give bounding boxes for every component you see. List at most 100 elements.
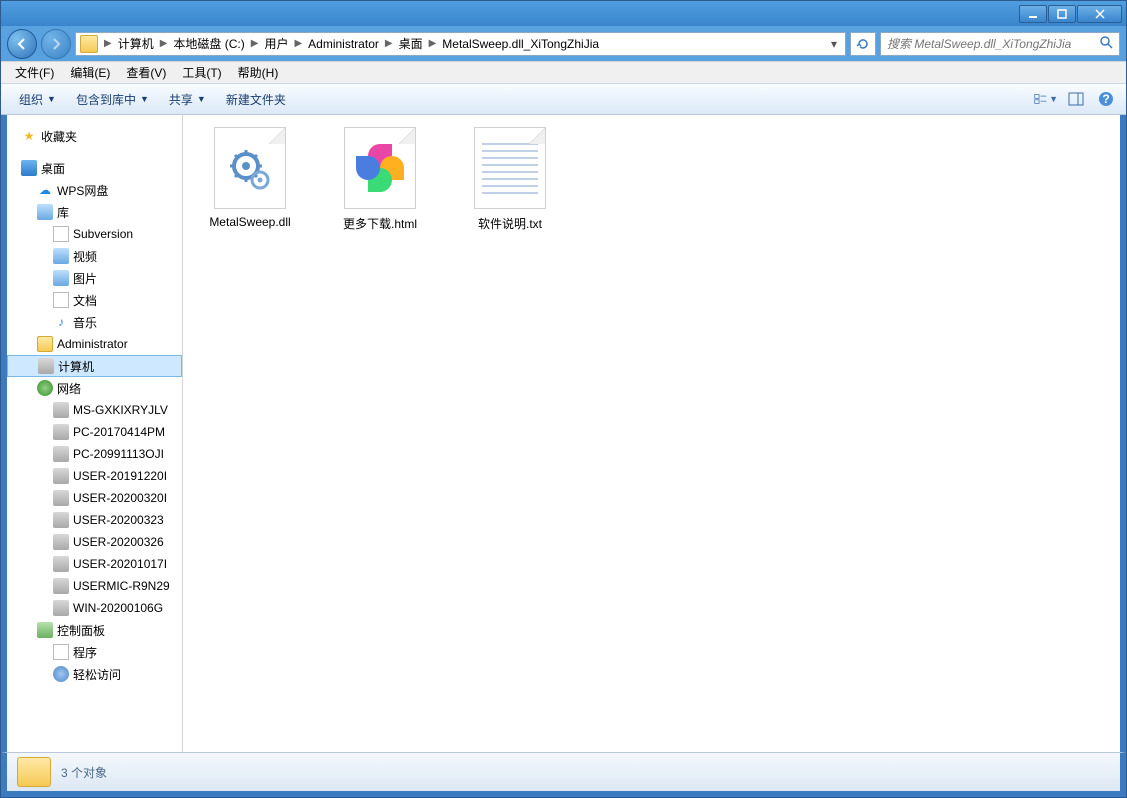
tree-favorites[interactable]: ★收藏夹 bbox=[7, 125, 182, 147]
tree-network-pc[interactable]: USERMIC-R9N29 bbox=[7, 575, 182, 597]
computer-icon bbox=[53, 578, 69, 594]
address-row: ▶ 计算机 ▶ 本地磁盘 (C:) ▶ 用户 ▶ Administrator ▶… bbox=[1, 26, 1126, 61]
tree-network-pc[interactable]: USER-20200326 bbox=[7, 531, 182, 553]
folder-icon bbox=[80, 35, 98, 53]
menu-view[interactable]: 查看(V) bbox=[118, 62, 174, 83]
html-icon bbox=[344, 127, 416, 209]
computer-icon bbox=[53, 468, 69, 484]
tree-network-pc[interactable]: USER-20200323 bbox=[7, 509, 182, 531]
tree-subversion[interactable]: Subversion bbox=[7, 223, 182, 245]
breadcrumb-item[interactable]: MetalSweep.dll_XiTongZhiJia bbox=[438, 33, 603, 55]
document-icon bbox=[53, 226, 69, 242]
computer-icon bbox=[53, 424, 69, 440]
network-icon bbox=[37, 380, 53, 396]
chevron-right-icon: ▶ bbox=[292, 38, 304, 49]
include-in-library-button[interactable]: 包含到库中▼ bbox=[66, 87, 159, 112]
share-button[interactable]: 共享▼ bbox=[159, 87, 216, 112]
address-bar[interactable]: ▶ 计算机 ▶ 本地磁盘 (C:) ▶ 用户 ▶ Administrator ▶… bbox=[75, 32, 846, 56]
breadcrumb-item[interactable]: 用户 bbox=[260, 33, 292, 55]
close-button[interactable] bbox=[1077, 5, 1122, 23]
computer-icon bbox=[53, 534, 69, 550]
tree-desktop[interactable]: 桌面 bbox=[7, 157, 182, 179]
search-input[interactable] bbox=[887, 37, 1099, 51]
computer-icon bbox=[53, 402, 69, 418]
control-panel-icon bbox=[37, 622, 53, 638]
chevron-right-icon: ▶ bbox=[427, 38, 439, 49]
menu-bar: 文件(F) 编辑(E) 查看(V) 工具(T) 帮助(H) bbox=[1, 61, 1126, 83]
tree-pictures[interactable]: 图片 bbox=[7, 267, 182, 289]
back-button[interactable] bbox=[7, 29, 37, 59]
svg-text:?: ? bbox=[1102, 92, 1109, 106]
tree-music[interactable]: ♪音乐 bbox=[7, 311, 182, 333]
file-item-html[interactable]: 更多下载.html bbox=[325, 127, 435, 232]
file-name: 更多下载.html bbox=[343, 215, 417, 232]
file-name: 软件说明.txt bbox=[478, 215, 542, 232]
tree-ease-of-access[interactable]: 轻松访问 bbox=[7, 663, 182, 685]
menu-edit[interactable]: 编辑(E) bbox=[62, 62, 118, 83]
view-options-button[interactable]: ▼ bbox=[1034, 88, 1058, 110]
picture-icon bbox=[53, 270, 69, 286]
file-list[interactable]: MetalSweep.dll 更多下载.html 软件说明.txt bbox=[183, 115, 1120, 752]
breadcrumb-item[interactable]: 计算机 bbox=[114, 33, 158, 55]
forward-button[interactable] bbox=[41, 29, 71, 59]
chevron-right-icon: ▶ bbox=[102, 38, 114, 49]
chevron-right-icon: ▶ bbox=[158, 38, 170, 49]
library-icon bbox=[37, 204, 53, 220]
breadcrumb-item[interactable]: Administrator bbox=[304, 33, 383, 55]
preview-pane-button[interactable] bbox=[1064, 88, 1088, 110]
organize-button[interactable]: 组织▼ bbox=[9, 87, 66, 112]
dll-icon bbox=[214, 127, 286, 209]
titlebar bbox=[1, 1, 1126, 26]
menu-tools[interactable]: 工具(T) bbox=[174, 62, 229, 83]
body: ★收藏夹 桌面 ☁WPS网盘 库 Subversion 视频 图片 文档 ♪音乐… bbox=[1, 115, 1126, 752]
tree-network[interactable]: 网络 bbox=[7, 377, 182, 399]
search-box[interactable] bbox=[880, 32, 1120, 56]
tree-network-pc[interactable]: PC-20170414PM bbox=[7, 421, 182, 443]
menu-file[interactable]: 文件(F) bbox=[7, 62, 62, 83]
tree-network-pc[interactable]: PC-20991113OJI bbox=[7, 443, 182, 465]
tree-wps[interactable]: ☁WPS网盘 bbox=[7, 179, 182, 201]
breadcrumb-item[interactable]: 本地磁盘 (C:) bbox=[169, 33, 248, 55]
breadcrumb-item[interactable]: 桌面 bbox=[395, 33, 427, 55]
minimize-button[interactable] bbox=[1019, 5, 1047, 23]
chevron-right-icon: ▶ bbox=[383, 38, 395, 49]
tree-network-pc[interactable]: USER-20200320I bbox=[7, 487, 182, 509]
desktop-icon bbox=[21, 160, 37, 176]
file-name: MetalSweep.dll bbox=[209, 215, 290, 229]
programs-icon bbox=[53, 644, 69, 660]
tree-network-pc[interactable]: USER-20201017I bbox=[7, 553, 182, 575]
tree-network-pc[interactable]: MS-GXKIXRYJLV bbox=[7, 399, 182, 421]
help-button[interactable]: ? bbox=[1094, 88, 1118, 110]
tree-videos[interactable]: 视频 bbox=[7, 245, 182, 267]
ease-icon bbox=[53, 666, 69, 682]
computer-icon bbox=[53, 512, 69, 528]
navigation-tree[interactable]: ★收藏夹 桌面 ☁WPS网盘 库 Subversion 视频 图片 文档 ♪音乐… bbox=[7, 115, 183, 752]
menu-help[interactable]: 帮助(H) bbox=[230, 62, 287, 83]
tree-documents[interactable]: 文档 bbox=[7, 289, 182, 311]
maximize-button[interactable] bbox=[1048, 5, 1076, 23]
explorer-window: ▶ 计算机 ▶ 本地磁盘 (C:) ▶ 用户 ▶ Administrator ▶… bbox=[0, 0, 1127, 798]
tree-control-panel[interactable]: 控制面板 bbox=[7, 619, 182, 641]
file-item-dll[interactable]: MetalSweep.dll bbox=[195, 127, 305, 232]
tree-programs[interactable]: 程序 bbox=[7, 641, 182, 663]
computer-icon bbox=[53, 600, 69, 616]
tree-administrator[interactable]: Administrator bbox=[7, 333, 182, 355]
computer-icon bbox=[53, 490, 69, 506]
file-item-txt[interactable]: 软件说明.txt bbox=[455, 127, 565, 232]
music-icon: ♪ bbox=[53, 314, 69, 330]
computer-icon bbox=[53, 556, 69, 572]
tree-libraries[interactable]: 库 bbox=[7, 201, 182, 223]
tree-network-pc[interactable]: WIN-20200106G bbox=[7, 597, 182, 619]
tree-network-pc[interactable]: USER-20191220I bbox=[7, 465, 182, 487]
computer-icon bbox=[53, 446, 69, 462]
refresh-button[interactable] bbox=[850, 32, 876, 56]
star-icon: ★ bbox=[21, 128, 37, 144]
video-icon bbox=[53, 248, 69, 264]
document-icon bbox=[53, 292, 69, 308]
computer-icon bbox=[38, 358, 54, 374]
tree-computer[interactable]: 计算机 bbox=[7, 355, 182, 377]
cloud-icon: ☁ bbox=[37, 182, 53, 198]
new-folder-button[interactable]: 新建文件夹 bbox=[216, 87, 296, 112]
address-dropdown-icon[interactable]: ▾ bbox=[827, 37, 841, 51]
txt-icon bbox=[474, 127, 546, 209]
